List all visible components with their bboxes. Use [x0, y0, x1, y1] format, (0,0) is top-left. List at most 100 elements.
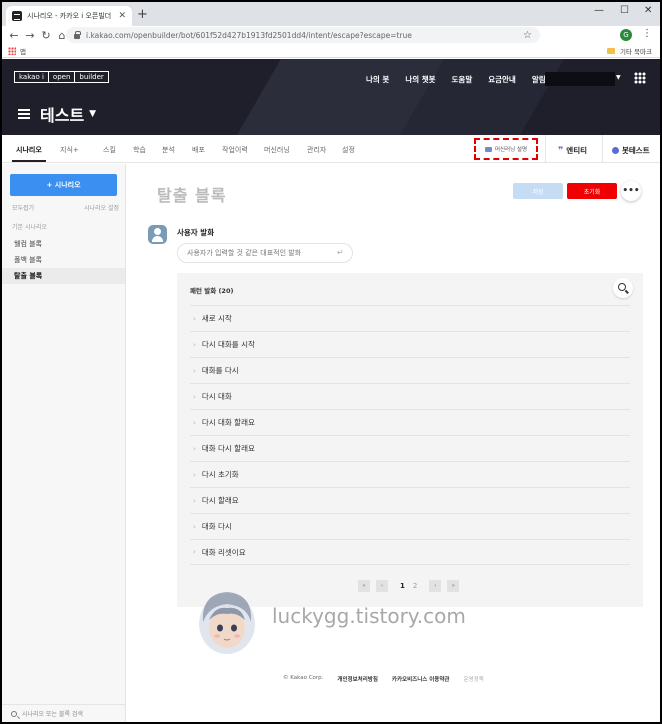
block-title[interactable]: 탈출 블록 — [157, 182, 226, 206]
scenario-settings-link[interactable]: 시나리오 설정 — [84, 203, 119, 212]
sidebar-item-escape[interactable]: 탈출 블록 — [2, 268, 125, 284]
lock-icon — [74, 30, 81, 39]
gnb-my-chatbot[interactable]: 나의 챗봇 — [405, 74, 435, 85]
browser-window: 시나리오 - 카카오 i 오픈빌더 ✕ + — ☐ ✕ ← → ↻ ⌂ i.ka… — [2, 2, 660, 722]
privacy-link[interactable]: 개인정보처리방침 — [337, 675, 377, 683]
account-dropdown-icon[interactable]: ▼ — [616, 74, 621, 81]
maximize-icon[interactable]: ☐ — [620, 5, 629, 16]
tab-admin[interactable]: 관리자 — [307, 145, 326, 155]
tab-title: 시나리오 - 카카오 i 오픈빌더 — [27, 12, 112, 20]
entity-label: 엔티티 — [566, 146, 587, 155]
terms-link[interactable]: 카카오비즈니스 이용약관 — [392, 675, 450, 683]
active-tab-indicator — [12, 160, 46, 162]
app-header: kakao i open builder 나의 봇 나의 챗봇 도움말 요금안내… — [2, 59, 660, 135]
chevron-right-icon: › — [193, 392, 196, 401]
list-item[interactable]: › 다시 대화를 시작 — [190, 331, 630, 357]
block-editor: 탈출 블록 저장 초기화 ••• 사용자 발화 ↵ 패턴 발화 (20) › 새로… — [127, 164, 660, 722]
sidebar-item-fallback[interactable]: 폴백 블록 — [2, 252, 125, 268]
bot-test-icon — [612, 147, 619, 154]
gnb-notifications[interactable]: 알림 — [532, 74, 546, 85]
browser-tab[interactable]: 시나리오 - 카카오 i 오픈빌더 ✕ — [6, 6, 132, 26]
gnb-my-bot[interactable]: 나의 봇 — [366, 74, 389, 85]
list-item[interactable]: › 대화 리셋이요 — [190, 539, 630, 565]
tab-settings[interactable]: 설정 — [342, 145, 355, 155]
policy-link[interactable]: 운영정책 — [463, 675, 483, 683]
list-item[interactable]: › 대화 다시 할래요 — [190, 435, 630, 461]
tab-analytics[interactable]: 분석 — [162, 145, 175, 155]
account-area[interactable] — [545, 72, 615, 86]
list-item[interactable]: › 새로 시작 — [190, 305, 630, 331]
minimize-icon[interactable]: — — [594, 5, 604, 16]
apps-grid-icon[interactable] — [8, 47, 16, 55]
apps-label[interactable]: 앱 — [20, 46, 26, 56]
forward-icon[interactable]: → — [22, 29, 38, 42]
list-item[interactable]: › 대화를 다시 — [190, 357, 630, 383]
service-grid-icon[interactable] — [634, 72, 646, 84]
tab-machine-learning[interactable]: 머신러닝 — [264, 145, 290, 155]
bot-selector[interactable]: 테스트 ▼ — [18, 102, 96, 126]
address-bar[interactable]: i.kakao.com/openbuilder/bot/601f52d427b1… — [66, 27, 540, 43]
entity-button[interactable]: ❞ 엔티티 — [558, 145, 587, 156]
logo-part: builder — [79, 73, 104, 81]
list-item[interactable]: › 대화 다시 — [190, 513, 630, 539]
close-tab-icon[interactable]: ✕ — [118, 11, 126, 21]
pattern-text: 새로 시작 — [201, 314, 232, 323]
kakao-openbuilder-logo[interactable]: kakao i open builder — [14, 71, 109, 83]
tab-skill[interactable]: 스킬 — [103, 145, 116, 155]
ml-explain-button[interactable]: 머신러닝 설명 — [474, 138, 538, 160]
watermark-character-icon — [199, 592, 255, 654]
new-tab-icon[interactable]: + — [137, 7, 148, 22]
pattern-text: 대화를 다시 — [201, 366, 239, 375]
pattern-text: 다시 할래요 — [201, 496, 239, 505]
browser-menu-icon[interactable]: ⋮ — [642, 28, 652, 39]
reload-icon[interactable]: ↻ — [38, 29, 54, 42]
chevron-right-icon: › — [193, 496, 196, 505]
utterance-input[interactable] — [177, 243, 353, 263]
prev-page-button[interactable]: ‹ — [376, 580, 388, 592]
tab-scenario[interactable]: 시나리오 — [16, 145, 42, 155]
tab-knowledge-plus[interactable]: 지식+ — [60, 145, 79, 155]
tab-learning[interactable]: 학습 — [133, 145, 146, 155]
hamburger-icon[interactable] — [18, 109, 30, 119]
save-button[interactable]: 저장 — [513, 183, 563, 199]
more-options-button[interactable]: ••• — [621, 181, 641, 201]
add-scenario-button[interactable]: + 시나리오 — [10, 174, 117, 196]
bot-test-button[interactable]: 봇테스트 — [612, 145, 650, 156]
divider — [602, 135, 603, 163]
enter-icon[interactable]: ↵ — [337, 248, 344, 257]
pattern-search-button[interactable] — [613, 278, 633, 298]
tab-strip: 시나리오 - 카카오 i 오픈빌더 ✕ + — ☐ ✕ — [2, 2, 660, 26]
search-icon — [11, 710, 17, 717]
next-page-button[interactable]: › — [429, 580, 442, 592]
sidebar-item-welcome[interactable]: 웰컴 블록 — [2, 236, 125, 252]
page-number[interactable]: 1 — [400, 582, 405, 590]
list-item[interactable]: › 다시 대화 할래요 — [190, 409, 630, 435]
back-icon[interactable]: ← — [6, 29, 22, 42]
pattern-text: 다시 초기화 — [201, 470, 239, 479]
list-item[interactable]: › 다시 할래요 — [190, 487, 630, 513]
page-number[interactable]: 2 — [413, 582, 417, 590]
pattern-count-label: 패턴 발화 (20) — [190, 287, 234, 295]
list-item[interactable]: › 다시 초기화 — [190, 461, 630, 487]
gnb-help[interactable]: 도움말 — [452, 74, 473, 85]
tab-history[interactable]: 작업이력 — [222, 145, 248, 155]
profile-avatar[interactable]: G — [620, 29, 632, 41]
bookmark-star-icon[interactable]: ☆ — [523, 30, 532, 41]
last-page-button[interactable]: » — [447, 580, 460, 592]
logo-part: open — [49, 72, 76, 82]
pattern-list: › 새로 시작 › 다시 대화를 시작 › 대화를 다시 › 다시 대화 › 다시 대화 … — [190, 305, 630, 565]
collapse-all-link[interactable]: 모두접기 — [12, 203, 34, 212]
pattern-text: 대화 리셋이요 — [201, 547, 246, 557]
reset-button[interactable]: 초기화 — [567, 183, 617, 199]
sidebar-search[interactable]: 시나리오 또는 블록 검색 — [2, 704, 125, 722]
pattern-text: 다시 대화 — [201, 392, 232, 401]
first-page-button[interactable]: « — [358, 580, 370, 592]
close-window-icon[interactable]: ✕ — [644, 5, 652, 16]
gnb-pricing[interactable]: 요금안내 — [488, 74, 516, 85]
chevron-right-icon: › — [193, 340, 196, 349]
pattern-text: 다시 대화를 시작 — [201, 340, 255, 349]
other-bookmarks[interactable]: 기타 북마크 — [607, 46, 652, 56]
chevron-right-icon: › — [193, 548, 196, 556]
list-item[interactable]: › 다시 대화 — [190, 383, 630, 409]
tab-deploy[interactable]: 배포 — [192, 145, 205, 155]
